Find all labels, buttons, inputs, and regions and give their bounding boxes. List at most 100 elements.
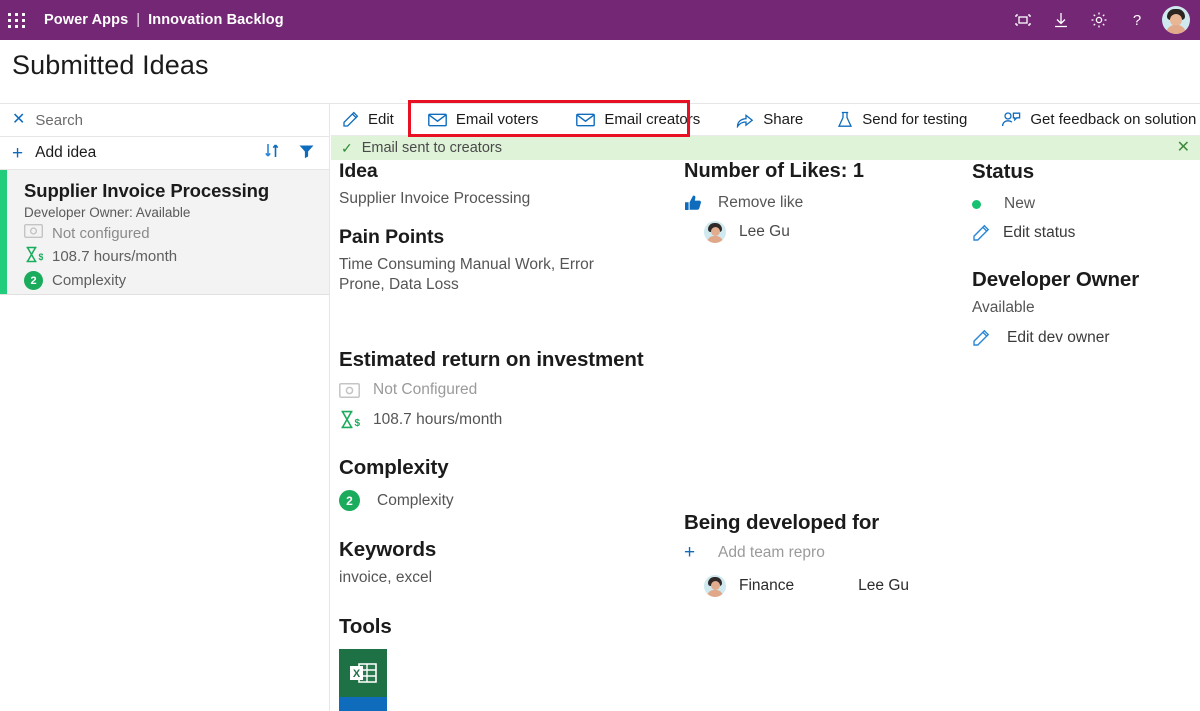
detail-column-social: Number of Likes: 1 Remove like Lee Gu Be… [684,160,972,597]
edit-dev-owner-label: Edit dev owner [1007,329,1110,347]
envelope-icon [576,113,596,127]
detail-column-primary: Idea Supplier Invoice Processing Pain Po… [339,160,687,711]
email-voters-button[interactable]: Email voters [417,104,550,136]
envelope-icon [427,113,447,127]
idea-card-complexity: 2 Complexity [24,271,319,290]
pain-points-value: Time Consuming Manual Work, Error Prone,… [339,256,594,294]
list-item[interactable]: Supplier Invoice Processing Developer Ow… [0,170,329,295]
idea-value: Supplier Invoice Processing [339,190,531,207]
thumbs-up-icon [684,194,708,212]
idea-card-owner: Developer Owner: Available [24,205,191,220]
idea-card-hours-text: 108.7 hours/month [52,248,178,265]
keywords-heading: Keywords [339,538,437,562]
app-name[interactable]: Innovation Backlog [148,12,284,28]
developer-owner-heading: Developer Owner [972,268,1140,291]
complexity-row: 2 Complexity [339,490,687,512]
complexity-badge-wrap: 2 [339,490,363,512]
add-idea-row[interactable]: + Add idea [0,137,329,170]
roi-not-configured-row: Not Configured [339,381,687,399]
edit-status-button[interactable]: Edit status [972,224,1200,242]
keywords-value: invoice, excel [339,569,433,587]
share-button[interactable]: Share [725,104,814,136]
outlook-icon[interactable]: O [339,696,387,711]
voter-name: Lee Gu [739,223,790,240]
brand-separator: | [136,12,141,28]
edit-dev-owner-button[interactable]: Edit dev owner [972,329,1200,347]
status-dot-icon [972,199,996,209]
idea-card-roi-text: Not configured [52,224,150,242]
add-team-repro-label: Add team repro [718,543,825,561]
developed-for-heading: Being developed for [684,511,880,534]
pencil-icon [972,329,996,347]
search-input[interactable]: Search [35,112,83,129]
idea-heading: Idea [339,160,378,182]
top-navigation-bar: Power Apps | Innovation Backlog ? [0,0,1200,40]
team-name: Finance [739,577,795,594]
search-row[interactable]: ✕ Search [0,104,329,137]
share-icon [736,112,754,128]
roi-not-configured-text: Not Configured [373,381,478,399]
download-icon[interactable] [1042,0,1080,40]
check-icon: ✓ [341,140,353,156]
share-label: Share [763,111,804,128]
add-team-repro-button[interactable]: + Add team repro [684,543,972,562]
remove-like-button[interactable]: Remove like [684,194,972,212]
team-row: Finance Lee Gu [704,575,972,597]
list-tools [264,142,329,164]
tools-heading: Tools [339,614,392,638]
app-launcher-icon[interactable] [0,0,34,40]
person-feedback-icon [1001,111,1021,128]
pain-points-heading: Pain Points [339,226,445,249]
get-feedback-button[interactable]: Get feedback on solution [990,104,1200,136]
detail-column-status: Status New Edit status Developer Owner A… [972,160,1200,347]
edit-button[interactable]: Edit [331,104,405,136]
complexity-label: Complexity [377,491,454,509]
pencil-icon [972,224,996,242]
pencil-icon [342,111,359,128]
plus-icon: + [12,142,24,164]
notification-bar: ✓ Email sent to creators ✕ [331,136,1200,160]
plus-icon: + [684,542,696,563]
avatar[interactable] [1162,6,1190,34]
send-for-testing-label: Send for testing [862,111,968,128]
close-icon[interactable]: ✕ [12,112,25,128]
brand: Power Apps | Innovation Backlog [44,12,284,28]
complexity-heading: Complexity [339,456,449,480]
money-icon [339,382,363,398]
idea-detail: Idea Supplier Invoice Processing Pain Po… [331,160,1200,711]
notification-message: Email sent to creators [361,140,502,156]
email-creators-label: Email creators [604,111,701,128]
command-bar: Edit Email voters Email creators Share S… [331,104,1200,136]
status-value-row: New [972,195,1200,213]
hourglass-money-icon: $ [24,246,44,267]
svg-text:X: X [353,668,361,680]
sort-icon[interactable] [264,142,280,164]
flask-icon [837,111,853,128]
complexity-badge: 2 [339,490,360,512]
likes-heading: Number of Likes: 1 [684,160,865,182]
email-creators-button[interactable]: Email creators [565,104,711,136]
filter-icon[interactable] [298,143,315,164]
email-voters-label: Email voters [455,111,539,128]
edit-label: Edit [368,111,394,128]
excel-icon[interactable]: X [339,648,387,697]
money-icon [23,223,44,242]
get-feedback-label: Get feedback on solution [1030,111,1197,128]
send-for-testing-button[interactable]: Send for testing [826,104,978,136]
product-name[interactable]: Power Apps [44,12,128,28]
avatar [704,575,726,597]
svg-text:$: $ [39,252,44,262]
app-root: Power Apps | Innovation Backlog ? Submit… [0,0,1200,711]
help-icon[interactable]: ? [1118,0,1156,40]
status-badge: New [1004,195,1036,212]
roi-hours-text: 108.7 hours/month [373,410,503,428]
complexity-badge: 2 [24,271,43,290]
fit-to-screen-icon[interactable] [1004,0,1042,40]
gear-icon[interactable] [1080,0,1118,40]
svg-text:?: ? [1133,12,1141,29]
page-title: Submitted Ideas [12,50,209,80]
roi-heading: Estimated return on investment [339,348,644,372]
roi-hours-row: $ 108.7 hours/month [339,410,687,429]
close-icon[interactable]: ✕ [1177,140,1190,156]
voter-row: Lee Gu [704,221,972,243]
